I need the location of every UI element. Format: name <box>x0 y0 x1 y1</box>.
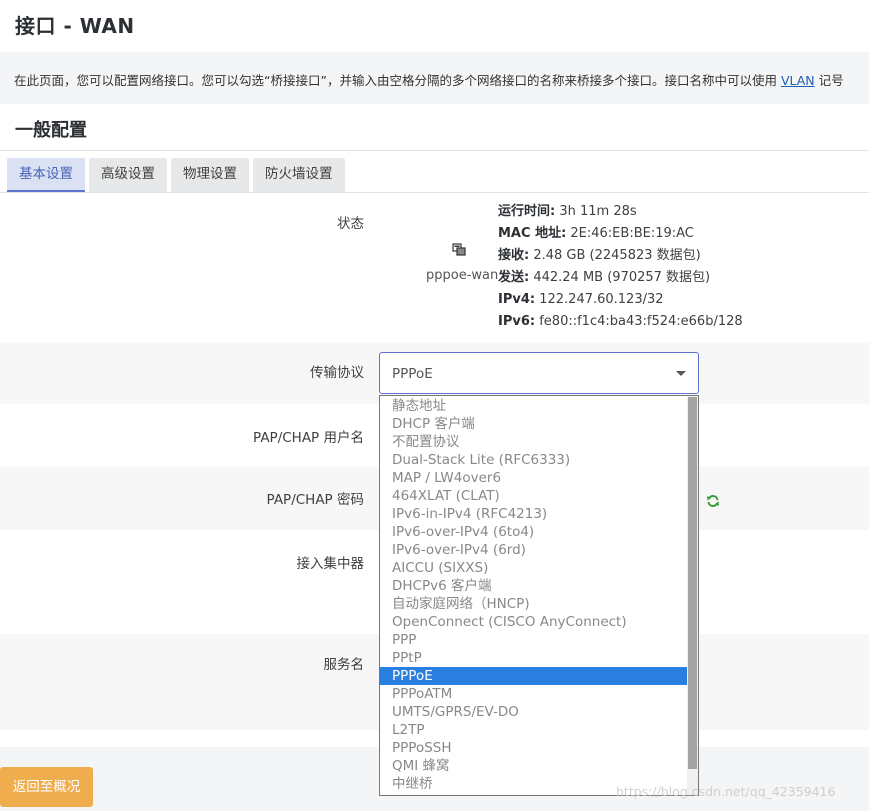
status-mac: MAC 地址: 2E:46:EB:BE:19:AC <box>498 223 743 245</box>
status-tx-key: 发送: <box>498 270 530 285</box>
vlan-link[interactable]: VLAN <box>781 73 815 88</box>
tab-basic-settings[interactable]: 基本设置 <box>7 158 85 192</box>
dropdown-scrollbar[interactable] <box>687 396 698 795</box>
section-divider <box>0 150 869 151</box>
protocol-dropdown-list: 静态地址 DHCP 客户端 不配置协议 Dual-Stack Lite (RFC633… <box>380 397 688 793</box>
status-uptime: 运行时间: 3h 11m 28s <box>498 201 743 223</box>
status-ipv4-value: 122.247.60.123/32 <box>535 292 664 307</box>
protocol-option[interactable]: OpenConnect (CISCO AnyConnect) <box>380 613 688 631</box>
chevron-down-icon <box>676 371 686 376</box>
protocol-option[interactable]: 不配置协议 <box>380 433 688 451</box>
username-label: PAP/CHAP 用户名 <box>253 430 364 446</box>
service-label: 服务名 <box>323 657 365 673</box>
protocol-option[interactable]: QMI 蜂窝 <box>380 757 688 775</box>
status-ipv4-key: IPv4: <box>498 292 536 307</box>
dropdown-scrollbar-thumb[interactable] <box>688 397 697 769</box>
page-description: 在此页面，您可以配置网络接口。您可以勾选“桥接接口”，并输入由空格分隔的多个网络… <box>14 70 844 89</box>
protocol-option[interactable]: 464XLAT (CLAT) <box>380 487 688 505</box>
status-tx: 发送: 442.24 MB (970257 数据包) <box>498 267 743 289</box>
description-prefix: 在此页面，您可以配置网络接口。您可以勾选“桥接接口”，并输入由空格分隔的多个网络… <box>14 73 781 88</box>
status-rx-value: 2.48 GB (2245823 数据包) <box>529 248 701 263</box>
protocol-option[interactable]: MAP / LW4over6 <box>380 469 688 487</box>
status-rx: 接收: 2.48 GB (2245823 数据包) <box>498 245 743 267</box>
concentrator-label: 接入集中器 <box>296 556 365 572</box>
protocol-option[interactable]: Dual-Stack Lite (RFC6333) <box>380 451 688 469</box>
status-mac-value: 2E:46:EB:BE:19:AC <box>566 226 694 241</box>
tab-physical-settings[interactable]: 物理设置 <box>171 158 249 192</box>
section-title: 一般配置 <box>15 120 87 141</box>
protocol-option[interactable]: PPPoSSH <box>380 739 688 757</box>
status-tx-value: 442.24 MB (970257 数据包) <box>529 270 711 285</box>
protocol-option[interactable]: PPPoATM <box>380 685 688 703</box>
status-uptime-key: 运行时间: <box>498 204 556 219</box>
description-bar: 在此页面，您可以配置网络接口。您可以勾选“桥接接口”，并输入由空格分隔的多个网络… <box>0 52 869 104</box>
protocol-select-value: PPPoE <box>392 366 433 382</box>
tab-firewall-settings[interactable]: 防火墙设置 <box>253 158 345 192</box>
protocol-option[interactable]: PPtP <box>380 649 688 667</box>
status-details: 运行时间: 3h 11m 28s MAC 地址: 2E:46:EB:BE:19:… <box>498 201 743 333</box>
protocol-option[interactable]: UMTS/GPRS/EV-DO <box>380 703 688 721</box>
status-label: 状态 <box>337 216 364 232</box>
protocol-option[interactable]: 自动家庭网络（HNCP) <box>380 595 688 613</box>
protocol-option[interactable]: AICCU (SIXXS) <box>380 559 688 577</box>
password-label: PAP/CHAP 密码 <box>266 492 364 508</box>
status-ipv6: IPv6: fe80::f1c4:ba43:f524:e66b/128 <box>498 311 743 333</box>
page-title: 接口 - WAN <box>15 14 135 38</box>
network-interface-icon <box>452 243 466 256</box>
tab-advanced-settings[interactable]: 高级设置 <box>89 158 167 192</box>
protocol-option[interactable]: IPv6-over-IPv4 (6rd) <box>380 541 688 559</box>
protocol-option[interactable]: DHCP 客户端 <box>380 415 688 433</box>
back-to-overview-button[interactable]: 返回至概况 <box>0 767 93 807</box>
status-ipv4: IPv4: 122.247.60.123/32 <box>498 289 743 311</box>
protocol-option[interactable]: L2TP <box>380 721 688 739</box>
protocol-option[interactable]: PPPoE <box>380 667 688 685</box>
status-ipv6-value: fe80::f1c4:ba43:f524:e66b/128 <box>535 314 743 329</box>
tab-bar: 基本设置 高级设置 物理设置 防火墙设置 <box>7 158 345 192</box>
protocol-label: 传输协议 <box>310 365 364 381</box>
protocol-option[interactable]: IPv6-over-IPv4 (6to4) <box>380 523 688 541</box>
status-mac-key: MAC 地址: <box>498 226 567 241</box>
status-interface-name: pppoe-wan <box>426 268 499 283</box>
watermark: https://blog.csdn.net/qq_42359416 <box>616 784 836 799</box>
protocol-option[interactable]: 静态地址 <box>380 397 688 415</box>
protocol-option[interactable]: DHCPv6 客户端 <box>380 577 688 595</box>
refresh-icon[interactable] <box>706 494 720 508</box>
protocol-option[interactable]: PPP <box>380 631 688 649</box>
protocol-select[interactable]: PPPoE <box>379 352 699 394</box>
status-ipv6-key: IPv6: <box>498 314 536 329</box>
protocol-option[interactable]: IPv6-in-IPv4 (RFC4213) <box>380 505 688 523</box>
protocol-dropdown[interactable]: 静态地址 DHCP 客户端 不配置协议 Dual-Stack Lite (RFC633… <box>379 395 699 796</box>
description-suffix: 记号 <box>814 73 844 88</box>
status-rx-key: 接收: <box>498 248 530 263</box>
status-uptime-value: 3h 11m 28s <box>555 204 637 219</box>
